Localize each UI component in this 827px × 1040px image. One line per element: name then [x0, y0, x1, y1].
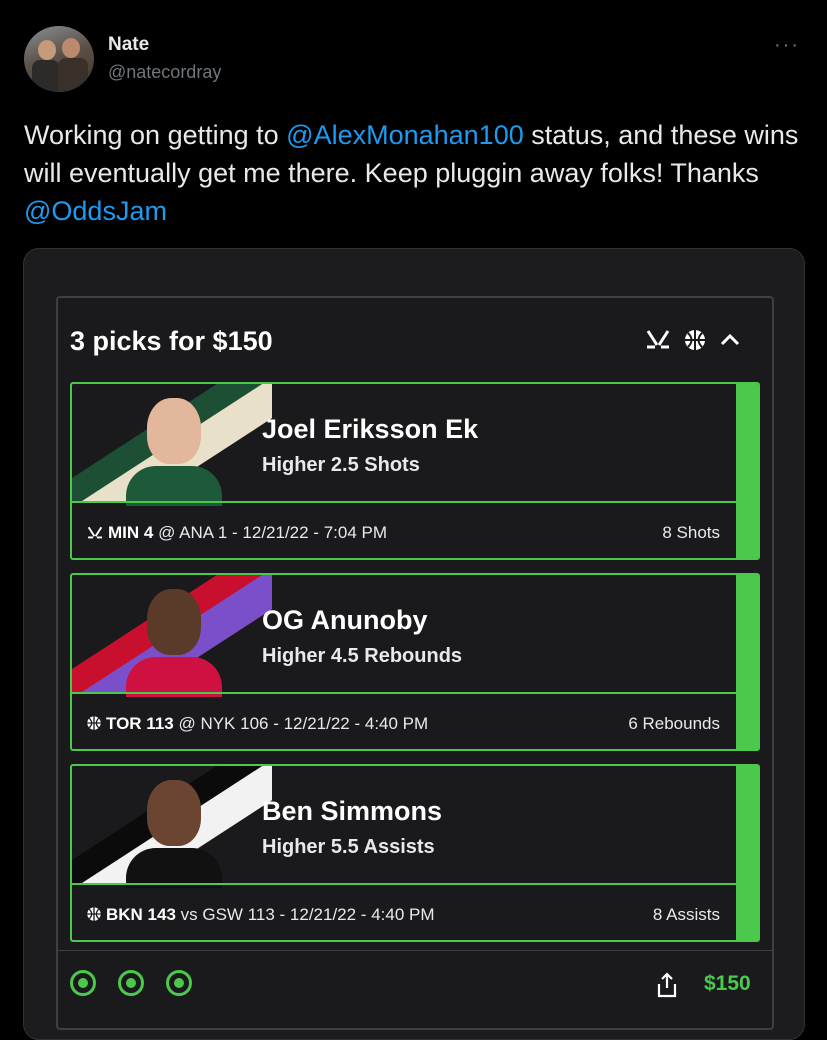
player-face — [147, 780, 201, 846]
avatar-figure-head — [38, 40, 56, 60]
pick-status-dot — [166, 970, 192, 996]
basketball-icon — [86, 716, 102, 735]
player-name: Ben Simmons — [262, 796, 443, 826]
avatar-figure-body — [58, 58, 88, 92]
author-handle[interactable]: @natecordray — [108, 62, 221, 83]
avatar-figure-head — [62, 38, 80, 58]
author-name[interactable]: Nate — [108, 34, 149, 56]
pick-line: Higher 4.5 Rebounds — [262, 645, 463, 667]
team-score: BKN 143 — [106, 905, 176, 924]
hockey-icon — [645, 329, 671, 356]
player-face — [147, 398, 201, 464]
pick-status-indicators — [70, 970, 192, 996]
pick-card[interactable]: Ben Simmons Higher 5.5 Assists BKN 143 v… — [70, 764, 760, 942]
pick-divider — [72, 501, 736, 503]
pick-divider — [72, 692, 736, 694]
tweet-text: Working on getting to @AlexMonahan100 st… — [24, 116, 804, 230]
win-status-bar — [736, 384, 758, 558]
game-info: TOR 113 @ NYK 106 - 12/21/22 - 4:40 PM — [86, 714, 428, 736]
more-options-icon[interactable]: ··· — [774, 34, 800, 57]
player-name: OG Anunoby — [262, 605, 428, 635]
basketball-icon — [86, 907, 102, 926]
pick-result: 8 Assists — [652, 905, 720, 924]
matchup-text: @ NYK 106 - 12/21/22 - 4:40 PM — [173, 714, 429, 733]
pick-card[interactable]: OG Anunoby Higher 4.5 Rebounds TOR 113 @… — [70, 573, 760, 751]
pick-line: Higher 2.5 Shots — [262, 454, 420, 476]
basketball-icon — [683, 328, 707, 357]
player-headshot — [126, 589, 222, 697]
matchup-text: @ ANA 1 - 12/21/22 - 7:04 PM — [153, 523, 388, 542]
player-jersey — [126, 466, 222, 506]
player-jersey — [126, 848, 222, 888]
pick-card[interactable]: Joel Eriksson Ek Higher 2.5 Shots MIN 4 … — [70, 382, 760, 560]
player-name: Joel Eriksson Ek — [262, 414, 479, 444]
team-score: TOR 113 — [106, 714, 174, 733]
hockey-icon — [86, 525, 104, 544]
mention-link[interactable]: @AlexMonahan100 — [286, 120, 524, 150]
tweet-text-part: Working on getting to — [24, 120, 287, 150]
win-status-bar — [736, 766, 758, 940]
share-icon[interactable] — [656, 972, 678, 998]
player-headshot — [126, 398, 222, 506]
payout-total: $150 — [704, 972, 751, 995]
pick-status-dot — [118, 970, 144, 996]
pick-line: Higher 5.5 Assists — [262, 836, 435, 858]
player-headshot — [126, 780, 222, 888]
player-jersey — [126, 657, 222, 697]
game-info: MIN 4 @ ANA 1 - 12/21/22 - 7:04 PM — [86, 523, 387, 545]
team-score: MIN 4 — [108, 523, 154, 542]
chevron-up-icon[interactable] — [719, 329, 741, 356]
pick-status-dot — [70, 970, 96, 996]
win-status-bar — [736, 575, 758, 749]
player-face — [147, 589, 201, 655]
matchup-text: vs GSW 113 - 12/21/22 - 4:40 PM — [175, 905, 435, 924]
pick-result: 8 Shots — [662, 523, 720, 542]
mention-link[interactable]: @OddsJam — [24, 196, 167, 226]
author-avatar[interactable] — [24, 26, 94, 92]
pick-result: 6 Rebounds — [628, 714, 720, 733]
pick-divider — [72, 883, 736, 885]
card-header-icons — [645, 328, 741, 357]
card-footer-divider — [56, 950, 772, 951]
card-title: 3 picks for $150 — [70, 326, 273, 356]
avatar-figure-body — [32, 60, 60, 92]
game-info: BKN 143 vs GSW 113 - 12/21/22 - 4:40 PM — [86, 905, 435, 927]
